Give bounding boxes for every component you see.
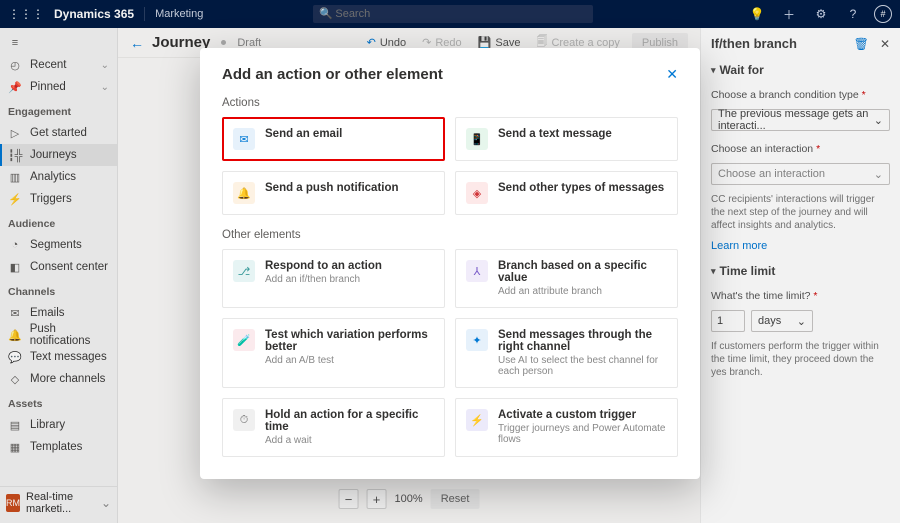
other-header: Other elements [222,229,678,241]
actions-header: Actions [222,97,678,109]
trigger-icon: ⚡ [466,409,488,431]
action-send-text[interactable]: 📱 Send a text message [455,117,678,161]
action-send-push[interactable]: 🔔 Send a push notification [222,171,445,215]
message-icon: ◈ [466,182,488,204]
element-respond-action[interactable]: ⎇ Respond to an actionAdd an if/then bra… [222,249,445,308]
element-hold-wait[interactable]: ⏱ Hold an action for a specific timeAdd … [222,398,445,457]
element-branch-value[interactable]: ⅄ Branch based on a specific valueAdd an… [455,249,678,308]
modal-title: Add an action or other element [222,66,443,83]
stopwatch-icon: ⏱ [233,409,255,431]
branch-icon: ⎇ [233,260,255,282]
element-right-channel[interactable]: ✦ Send messages through the right channe… [455,318,678,388]
element-custom-trigger[interactable]: ⚡ Activate a custom triggerTrigger journ… [455,398,678,457]
mail-icon: ✉ [233,128,255,150]
phone-icon: 📱 [466,128,488,150]
action-send-email[interactable]: ✉ Send an email [222,117,445,161]
bell-icon: 🔔 [233,182,255,204]
attribute-branch-icon: ⅄ [466,260,488,282]
action-send-other[interactable]: ◈ Send other types of messages [455,171,678,215]
add-action-modal: Add an action or other element ✕ Actions… [200,48,700,479]
modal-overlay: Add an action or other element ✕ Actions… [0,0,900,523]
flask-icon: 🧪 [233,329,255,351]
close-modal-button[interactable]: ✕ [666,66,678,83]
element-ab-test[interactable]: 🧪 Test which variation performs betterAd… [222,318,445,388]
channel-icon: ✦ [466,329,488,351]
